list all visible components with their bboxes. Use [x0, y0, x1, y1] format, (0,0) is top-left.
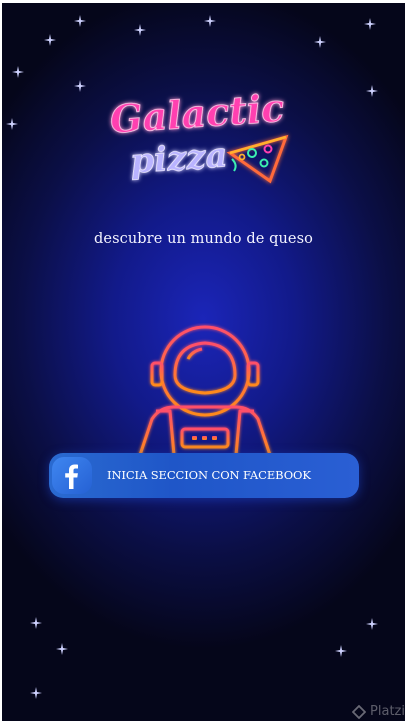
app-screen: Galactic pizza descubre un mundo de ques… — [2, 3, 405, 721]
star-icon — [74, 80, 86, 92]
pizza-slice-icon — [226, 134, 289, 184]
star-icon — [12, 66, 24, 78]
star-icon — [204, 15, 216, 27]
tagline: descubre un mundo de queso — [94, 231, 313, 247]
watermark-text: Platzi — [370, 704, 405, 719]
astronaut-icon — [130, 323, 280, 457]
logo-word-pizza: pizza — [129, 135, 229, 182]
platzi-watermark: Platzi — [352, 704, 405, 719]
star-icon — [44, 34, 56, 46]
star-icon — [314, 36, 326, 48]
star-icon — [134, 24, 146, 36]
platzi-icon — [352, 704, 367, 719]
star-icon — [74, 15, 86, 27]
star-icon — [30, 617, 42, 629]
star-icon — [335, 645, 347, 657]
facebook-login-label: INICIA SECCION CON FACEBOOK — [107, 468, 311, 482]
star-icon — [6, 118, 18, 130]
logo-word-galactic: Galactic — [109, 85, 286, 142]
star-icon — [56, 643, 68, 655]
galactic-pizza-logo: Galactic pizza — [106, 85, 302, 189]
star-icon — [30, 687, 42, 699]
facebook-icon — [52, 457, 92, 494]
star-icon — [366, 85, 378, 97]
star-icon — [366, 618, 378, 630]
star-icon — [364, 18, 376, 30]
facebook-login-button[interactable]: INICIA SECCION CON FACEBOOK — [49, 453, 359, 498]
